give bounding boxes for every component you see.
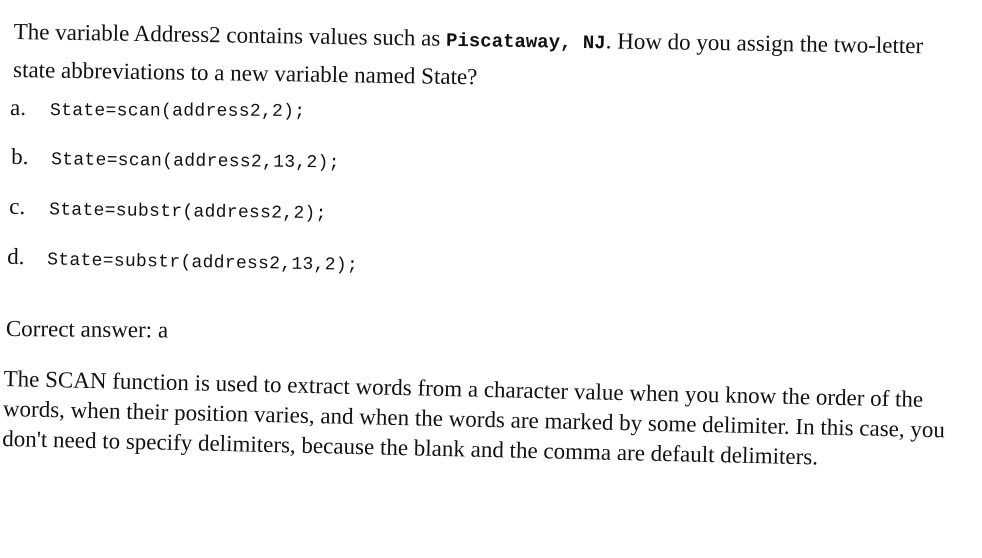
option-code: State=substr(address2,2); xyxy=(49,200,327,225)
question-code-value: Piscataway, NJ xyxy=(445,29,606,55)
option-c: c. State=substr(address2,2); xyxy=(9,194,611,253)
question-text: The variable Address2 contains values su… xyxy=(13,14,954,103)
option-code: State=scan(address2,2); xyxy=(49,101,306,122)
option-letter: b. xyxy=(11,143,29,170)
document-page: The variable Address2 contains values su… xyxy=(0,0,982,558)
option-letter: c. xyxy=(9,193,26,220)
option-a: a. State=scan(address2,2); xyxy=(10,95,610,148)
answer-options: a. State=scan(address2,2); b. State=scan… xyxy=(7,95,611,300)
option-code: State=substr(address2,13,2); xyxy=(47,250,359,276)
option-letter: a. xyxy=(10,94,27,121)
option-d: d. State=substr(address2,13,2); xyxy=(7,244,611,306)
option-code: State=scan(address2,13,2); xyxy=(51,150,340,174)
question-text-before: The variable Address2 contains values su… xyxy=(13,18,447,51)
option-letter: d. xyxy=(7,243,25,270)
correct-answer: Correct answer: a xyxy=(5,316,169,343)
explanation-text: The SCAN function is used to extract wor… xyxy=(2,365,946,470)
option-b: b. State=scan(address2,13,2); xyxy=(11,144,611,201)
